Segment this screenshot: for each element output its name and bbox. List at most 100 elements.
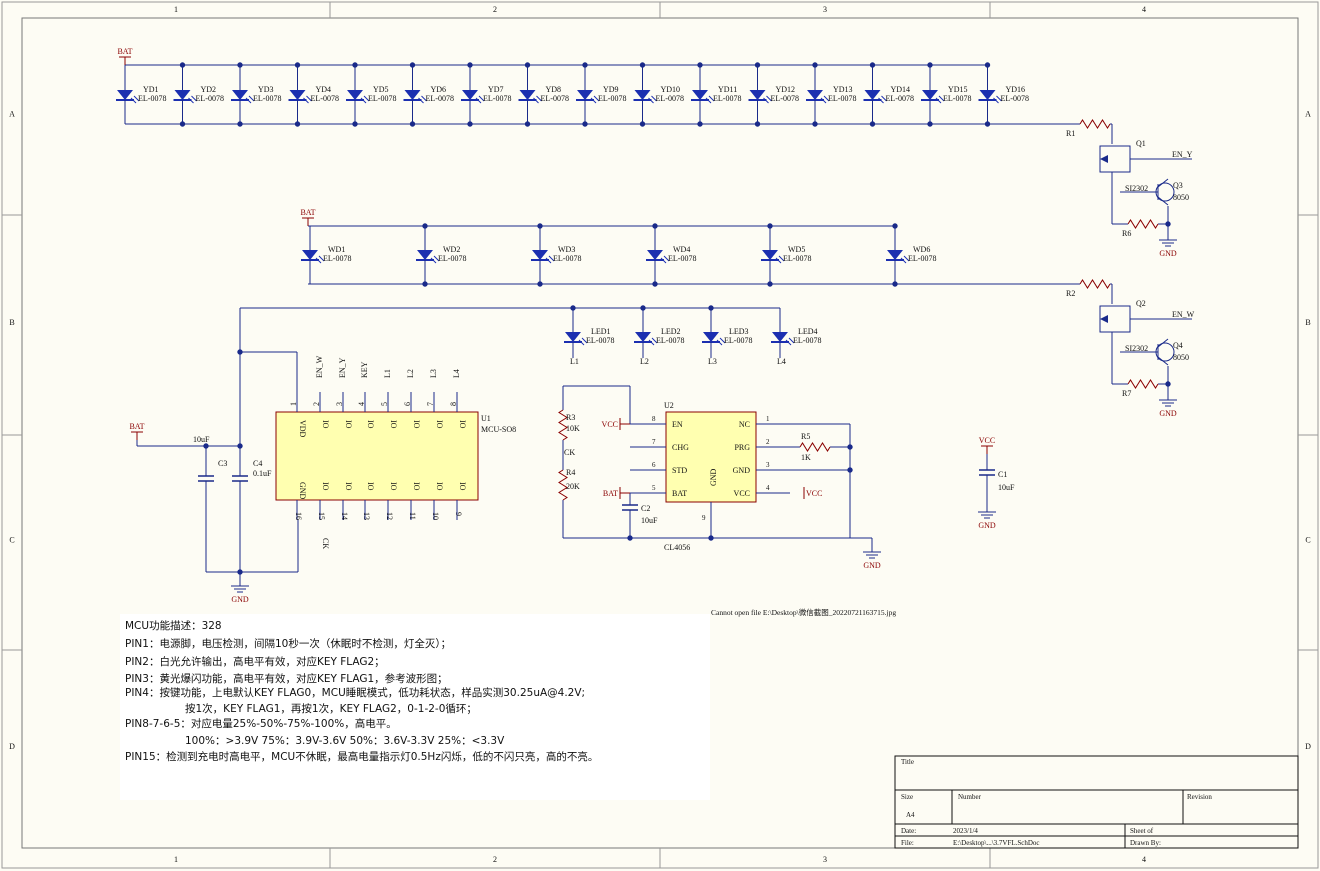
- charger-part: CL4056: [664, 543, 690, 552]
- led-ref: YD14: [891, 85, 911, 94]
- row-label: A: [9, 110, 15, 119]
- led-ref: LED2: [661, 327, 681, 336]
- led-ref: YD6: [431, 85, 447, 94]
- led-part: EL-0078: [426, 94, 454, 103]
- pin-number: 15: [317, 512, 326, 520]
- led-part: EL-0078: [196, 94, 224, 103]
- resistor: [1127, 379, 1159, 389]
- junction-dot: [409, 62, 416, 68]
- power-label: BAT: [300, 208, 315, 217]
- resistor-ref: R1: [1066, 129, 1075, 138]
- pin-label: IO: [412, 420, 421, 429]
- power-label: VCC: [806, 489, 822, 498]
- led-part: EL-0078: [724, 336, 752, 345]
- junction-dot: [179, 121, 186, 127]
- pin-label: IO: [458, 482, 467, 491]
- led-symbol: [864, 90, 881, 100]
- bjt-symbol: [1155, 342, 1175, 362]
- junction-dot: [237, 62, 243, 68]
- net-label: L1: [570, 357, 579, 366]
- row-label: A: [1305, 110, 1311, 119]
- junction-dot: [812, 121, 818, 127]
- resistor-ref: R2: [1066, 289, 1075, 298]
- led-ref: YD11: [718, 85, 737, 94]
- file-value: E:\Desktop\...\3.7VFL.SchDoc: [953, 839, 1040, 847]
- junction-dot: [179, 62, 186, 68]
- net-label: L1: [383, 369, 392, 378]
- pin-label: NC: [739, 420, 750, 429]
- gnd-label: GND: [1159, 249, 1177, 258]
- led-part: EL-0078: [586, 336, 614, 345]
- net-label: EN_Y: [1172, 150, 1193, 159]
- led-symbol: [692, 90, 708, 100]
- led-part: EL-0078: [138, 94, 166, 103]
- led-symbol: [577, 90, 593, 100]
- note-line: PIN3：黄光爆闪功能，高电平有效，对应KEY FLAG1，参考波形图；: [125, 673, 448, 685]
- pin-label: GND: [709, 468, 718, 486]
- pin-label: IO: [366, 482, 375, 491]
- resistor-ref: R4: [566, 468, 575, 477]
- led-ref: LED1: [591, 327, 611, 336]
- gnd-label: GND: [1159, 409, 1177, 418]
- led-ref: YD12: [776, 85, 796, 94]
- led-part: EL-0078: [668, 254, 696, 263]
- pin-label: IO: [412, 482, 421, 491]
- junction-dot: [1165, 221, 1171, 227]
- drawn-label: Drawn By:: [1130, 839, 1161, 847]
- bjt-ref: Q4: [1173, 341, 1183, 350]
- junction-dot: [697, 121, 703, 127]
- resistor: [1127, 219, 1159, 229]
- pin-number: 7: [426, 402, 435, 406]
- column-label: 4: [1142, 5, 1146, 14]
- revision-label: Revision: [1187, 793, 1212, 801]
- pin-number: 2: [312, 402, 321, 406]
- power-label: VCC: [602, 420, 618, 429]
- bjt-type: 8050: [1173, 353, 1189, 362]
- junction-dot: [640, 305, 646, 311]
- led-part: EL-0078: [713, 94, 741, 103]
- net-label: L3: [708, 357, 717, 366]
- led-part: EL-0078: [483, 94, 511, 103]
- junction-dot: [524, 62, 531, 68]
- pin-number: 11: [408, 512, 417, 520]
- led-symbol: [762, 250, 778, 260]
- note-line: MCU功能描述：328: [125, 620, 222, 632]
- capacitor-ref: C2: [641, 504, 650, 513]
- pin-label: STD: [672, 466, 687, 475]
- led-ref: LED3: [729, 327, 749, 336]
- pin-label: IO: [321, 482, 330, 491]
- led-symbol: [302, 250, 318, 260]
- pin-label: EN: [672, 420, 683, 429]
- pin-label: VCC: [734, 489, 750, 498]
- junction-dot: [697, 62, 703, 68]
- resistor: [799, 442, 831, 452]
- net-label: EN_W: [315, 355, 324, 378]
- junction-dot: [582, 121, 588, 127]
- led-ref: YD9: [603, 85, 619, 94]
- led-part: EL-0078: [656, 94, 684, 103]
- led-ref: LED4: [798, 327, 818, 336]
- led-symbol: [289, 90, 306, 100]
- mcu-part: MCU-SO8: [481, 425, 516, 434]
- pin-label: GND: [733, 466, 751, 475]
- note-line: PIN4：按键功能，上电默认KEY FLAG0，MCU睡眠模式，低功耗状态，样品…: [125, 687, 586, 699]
- pin-label: IO: [435, 482, 444, 491]
- led-part: EL-0078: [553, 254, 581, 263]
- date-value: 2023/1/4: [953, 827, 978, 835]
- led-part: EL-0078: [771, 94, 799, 103]
- led-part: EL-0078: [311, 94, 339, 103]
- number-label: Number: [958, 793, 982, 801]
- capacitor-ref: C4: [253, 459, 262, 468]
- led-part: EL-0078: [886, 94, 914, 103]
- pin-number: 3: [766, 461, 770, 469]
- capacitor-ref: C1: [998, 470, 1007, 479]
- led-symbol: [117, 90, 133, 100]
- title-block: Title Size A4 Number Revision Date: 2023/1/4 Sh…: [894, 755, 1299, 849]
- net-label: CK: [564, 448, 575, 457]
- pin-label: IO: [344, 420, 353, 429]
- note-line: 按1次，KEY FLAG1，再按1次，KEY FLAG2，0-1-2-0循环；: [185, 703, 477, 715]
- wires: [124, 62, 1192, 586]
- led-symbol: [634, 90, 651, 100]
- led-ref: WD1: [328, 245, 345, 254]
- gnd-label: GND: [231, 595, 249, 604]
